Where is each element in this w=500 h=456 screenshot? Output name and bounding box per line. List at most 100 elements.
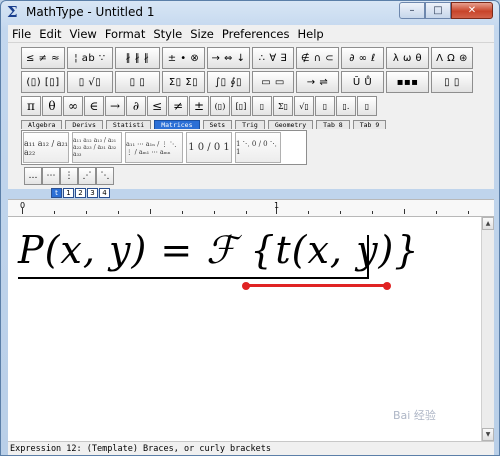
ruler-tick	[118, 211, 119, 214]
sub-superscript-button[interactable]: ▯	[357, 96, 377, 116]
infinity-button[interactable]: ∞	[63, 96, 83, 116]
theta-button[interactable]: θ	[42, 96, 62, 116]
not-equal-button[interactable]: ≠	[168, 96, 188, 116]
greek-lower-palette-button[interactable]: λ ω θ	[386, 47, 429, 69]
ruler-tick	[436, 211, 437, 214]
tab-geometry[interactable]: Geometry	[267, 120, 314, 129]
box-templates-button[interactable]: ▯ ▯	[431, 71, 473, 93]
less-equal-button[interactable]: ≤	[147, 96, 167, 116]
maximize-button[interactable]: □	[425, 2, 451, 19]
size-tab-4[interactable]: 4	[99, 188, 110, 198]
ruler-tick	[22, 208, 23, 214]
tab-matrices[interactable]: Matrices	[154, 120, 200, 129]
parentheses-button[interactable]: (▯)	[210, 96, 230, 116]
size-tabs: t 1 2 3 4	[51, 188, 111, 198]
set-theory-palette-button[interactable]: ∉ ∩ ⊂	[296, 47, 339, 69]
ruler-tick	[308, 211, 309, 214]
insertion-cursor	[367, 235, 369, 279]
palette-tabs: Algebra Derivs Statisti Matrices Sets Tr…	[21, 120, 389, 129]
menu-format[interactable]: Format	[105, 27, 146, 41]
fraction-radical-templates-button[interactable]: ▯ √▯	[67, 71, 113, 93]
brackets-button[interactable]: [▯]	[231, 96, 251, 116]
equation-editor[interactable]: P(x, y) = ℱ {t(x, y)} Bai 经验	[8, 217, 481, 441]
ellipsis-center-button[interactable]: ⋯	[42, 167, 60, 185]
minimize-button[interactable]: –	[399, 2, 425, 19]
arrow-right-button[interactable]: →	[105, 96, 125, 116]
annotation-dot-start	[242, 282, 250, 290]
window-title: MathType - Untitled 1	[26, 5, 155, 19]
toolbar-area: ≤ ≠ ≈ ¦ ab ∵ ∦ ∦ ∦ ± • ⊗ → ⇔ ↓ ∴ ∀ ∃ ∉ ∩…	[8, 43, 494, 189]
tab-8[interactable]: Tab 8	[316, 120, 350, 129]
identity-2x2-template[interactable]: 1 0 / 0 1	[186, 132, 232, 163]
size-tab-t[interactable]: t	[51, 188, 62, 198]
menu-help[interactable]: Help	[298, 27, 324, 41]
equation-expression[interactable]: P(x, y) = ℱ {t(x, y)}	[18, 225, 420, 275]
arrows-palette-button[interactable]: → ⇔ ↓	[207, 47, 250, 69]
fraction-button[interactable]: ▯	[252, 96, 272, 116]
sum-button[interactable]: Σ▯	[273, 96, 293, 116]
matrix-3x3-template[interactable]: a₁₁ a₁₂ a₁₃ / a₂₁ a₂₂ a₂₃ / a₃₁ a₃₂ a₃₃	[72, 132, 122, 163]
menu-edit[interactable]: Edit	[39, 27, 61, 41]
matrix-2x2-template[interactable]: a₁₁ a₁₂ / a₂₁ a₂₂	[23, 132, 69, 163]
operators-palette-button[interactable]: ± • ⊗	[162, 47, 205, 69]
menu-bar: File Edit View Format Style Size Prefere…	[8, 25, 494, 43]
mathtype-logo-icon: Σ	[7, 3, 18, 21]
ruler-tick	[86, 211, 87, 214]
product-templates-button[interactable]: Ū Ů	[341, 71, 384, 93]
tab-sets[interactable]: Sets	[202, 120, 233, 129]
ellipsis-baseline-button[interactable]: …	[24, 167, 42, 185]
subscript-button[interactable]: ▯.	[336, 96, 356, 116]
equation-baseline-underline	[18, 277, 368, 279]
integral-templates-button[interactable]: ∫▯ ∮▯	[207, 71, 250, 93]
ellipsis-diagonal-down-button[interactable]: ⋱	[96, 167, 114, 185]
pi-button[interactable]: π	[21, 96, 41, 116]
title-bar[interactable]: Σ MathType - Untitled 1 – □ ✕	[1, 1, 499, 23]
tab-statistics[interactable]: Statisti	[105, 120, 152, 129]
identity-nxn-template[interactable]: 1 ⋱ 0 / 0 ⋱ 1	[235, 132, 281, 163]
tab-9[interactable]: Tab 9	[352, 120, 387, 129]
bar-templates-button[interactable]: ▭ ▭	[252, 71, 294, 93]
ruler-tick	[468, 211, 469, 214]
ruler-tick	[150, 209, 151, 214]
ellipsis-diagonal-up-button[interactable]: ⋰	[78, 167, 96, 185]
relations-palette-button[interactable]: ≤ ≠ ≈	[21, 47, 65, 69]
vertical-scrollbar[interactable]: ▲ ▼	[481, 217, 494, 441]
close-button[interactable]: ✕	[451, 2, 493, 19]
symbol-palette-row: ≤ ≠ ≈ ¦ ab ∵ ∦ ∦ ∦ ± • ⊗ → ⇔ ↓ ∴ ∀ ∃ ∉ ∩…	[21, 47, 475, 69]
summation-templates-button[interactable]: Σ▯ Σ▯	[162, 71, 205, 93]
greek-upper-palette-button[interactable]: Λ Ω ⊛	[431, 47, 473, 69]
menu-size[interactable]: Size	[190, 27, 214, 41]
caption-buttons: – □ ✕	[399, 2, 493, 20]
misc-symbols-palette-button[interactable]: ∂ ∞ ℓ	[341, 47, 384, 69]
matrix-templates-button[interactable]: ▪▪▪	[386, 71, 429, 93]
matrix-mxn-template[interactable]: a₁₁ ⋯ a₁ₙ / ⋮ ⋱ ⋮ / aₘ₁ ⋯ aₘₙ	[125, 132, 183, 163]
menu-style[interactable]: Style	[153, 27, 182, 41]
fence-templates-button[interactable]: (▯) [▯]	[21, 71, 65, 93]
menu-file[interactable]: File	[12, 27, 31, 41]
embellishments-palette-button[interactable]: ∦ ∦ ∦	[115, 47, 160, 69]
labeled-arrow-templates-button[interactable]: → ⇌	[296, 71, 339, 93]
tab-trig[interactable]: Trig	[235, 120, 265, 129]
size-tab-1[interactable]: 1	[63, 188, 74, 198]
superscript-button[interactable]: ▯	[315, 96, 335, 116]
sqrt-button[interactable]: √▯	[294, 96, 314, 116]
size-tab-2[interactable]: 2	[75, 188, 86, 198]
size-tab-3[interactable]: 3	[87, 188, 98, 198]
script-templates-button[interactable]: ▯ ▯	[115, 71, 160, 93]
partial-button[interactable]: ∂	[126, 96, 146, 116]
logic-palette-button[interactable]: ∴ ∀ ∃	[252, 47, 294, 69]
scroll-down-icon[interactable]: ▼	[482, 428, 494, 441]
ellipsis-vertical-button[interactable]: ⋮	[60, 167, 78, 185]
plus-minus-button[interactable]: ±	[189, 96, 209, 116]
app-window: Σ MathType - Untitled 1 – □ ✕ File Edit …	[0, 0, 500, 456]
menu-view[interactable]: View	[70, 27, 97, 41]
ruler-tick	[372, 211, 373, 214]
tab-derivs[interactable]: Derivs	[65, 120, 103, 129]
scroll-up-icon[interactable]: ▲	[482, 217, 494, 230]
spaces-palette-button[interactable]: ¦ ab ∵	[67, 47, 113, 69]
status-bar: Expression 12: (Template) Braces, or cur…	[8, 441, 494, 455]
element-of-button[interactable]: ∈	[84, 96, 104, 116]
tab-algebra[interactable]: Algebra	[21, 120, 63, 129]
ruler[interactable]: 0 1	[8, 199, 494, 217]
menu-preferences[interactable]: Preferences	[222, 27, 290, 41]
